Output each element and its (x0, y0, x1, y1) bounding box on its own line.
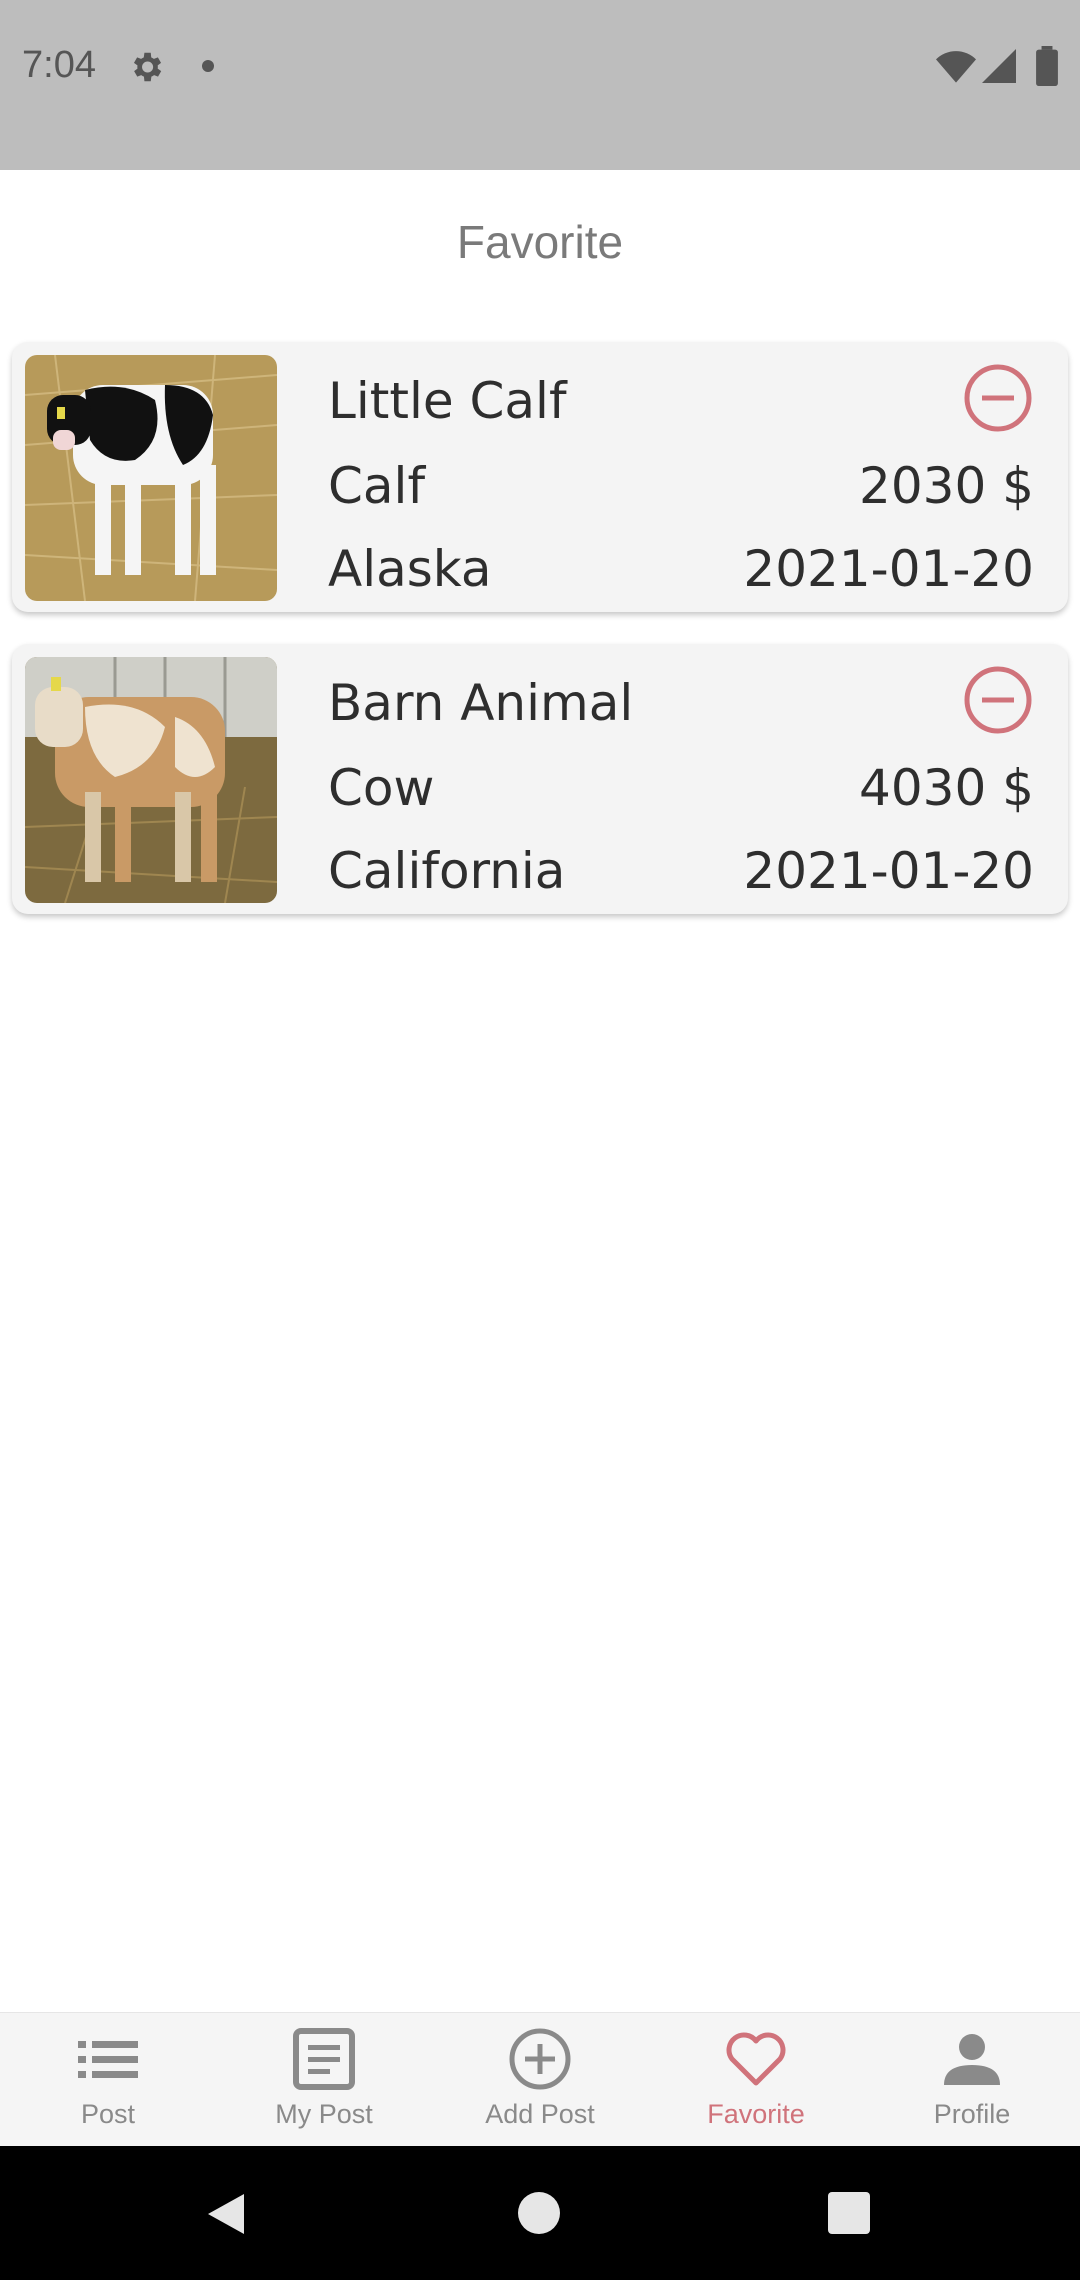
wifi-icon (936, 51, 976, 83)
post-type: Calf (328, 457, 426, 515)
home-icon[interactable] (518, 2192, 560, 2234)
system-nav-bar (0, 2146, 1080, 2280)
favorite-card[interactable]: Barn Animal Cow 4030 $ California 2021-0… (12, 644, 1068, 914)
dot-icon (202, 60, 214, 72)
post-location: Alaska (328, 540, 492, 598)
document-icon (293, 2028, 355, 2090)
nav-label: Post (80, 2099, 136, 2129)
signal-icon (982, 49, 1016, 83)
nav-label: Profile (933, 2099, 1011, 2129)
post-location: California (328, 842, 566, 900)
post-date: 2021-01-20 (743, 540, 1034, 598)
heart-icon (726, 2032, 786, 2086)
back-icon[interactable] (204, 2190, 248, 2238)
post-date: 2021-01-20 (743, 842, 1034, 900)
brown-white-calf-photo (25, 657, 277, 903)
nav-label: Add Post (485, 2099, 595, 2129)
nav-item-favorite[interactable]: Favorite (648, 2013, 864, 2147)
nav-item-profile[interactable]: Profile (864, 2013, 1080, 2147)
battery-icon (1036, 46, 1058, 86)
page-title: Favorite (456, 216, 624, 268)
post-title: Little Calf (328, 372, 567, 430)
post-price: 4030 $ (859, 759, 1034, 817)
bottom-nav: Post My Post Add Post Favorite Profile (0, 2012, 1080, 2147)
gear-icon (133, 52, 162, 82)
nav-item-my-post[interactable]: My Post (216, 2013, 432, 2147)
favorite-card[interactable]: Little Calf Calf 2030 $ Alaska 2021-01-2… (12, 342, 1068, 612)
recent-apps-icon[interactable] (828, 2192, 870, 2234)
post-price: 2030 $ (859, 457, 1034, 515)
post-title: Barn Animal (328, 674, 634, 732)
status-time: 7:04 (22, 44, 96, 86)
nav-item-post[interactable]: Post (0, 2013, 216, 2147)
nav-label: My Post (275, 2099, 373, 2129)
black-white-calf-photo (25, 355, 277, 601)
remove-circle-icon[interactable] (962, 664, 1034, 736)
person-icon (944, 2034, 1000, 2085)
nav-item-add-post[interactable]: Add Post (432, 2013, 648, 2147)
nav-label: Favorite (707, 2099, 805, 2129)
add-circle-icon (509, 2028, 571, 2090)
list-icon (78, 2041, 138, 2078)
status-bar: 7:04 (0, 0, 1080, 170)
remove-circle-icon[interactable] (962, 362, 1034, 434)
post-type: Cow (328, 759, 435, 817)
